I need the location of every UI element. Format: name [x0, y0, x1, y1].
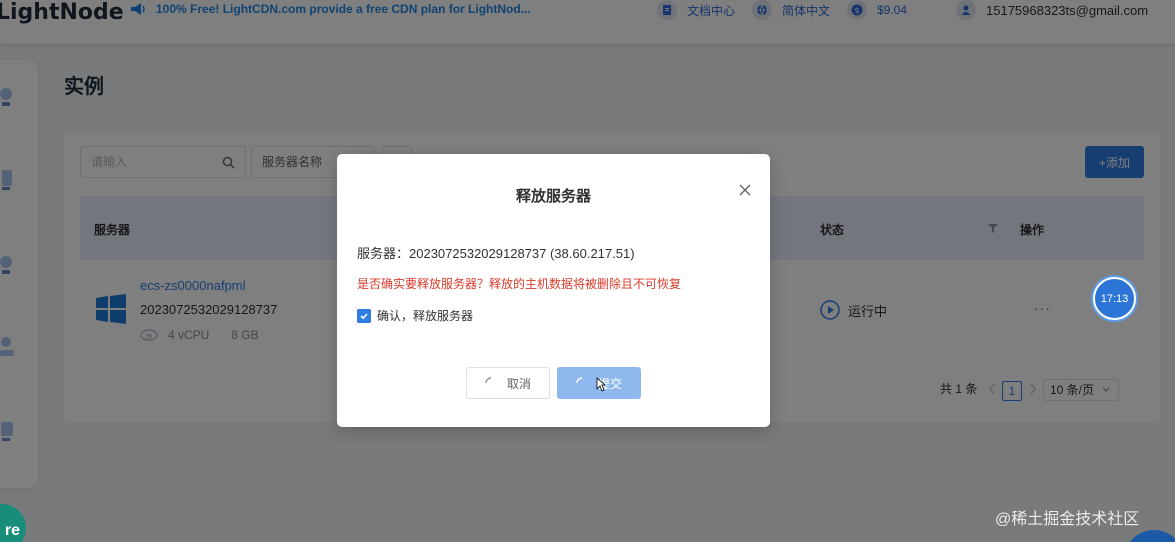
clock-badge[interactable]: 17:13	[1093, 277, 1136, 320]
dialog-title: 释放服务器	[515, 188, 591, 205]
cancel-button[interactable]: 取消	[466, 367, 550, 399]
release-server-dialog: 释放服务器 服务器：2023072532029128737 (38.60.217…	[337, 154, 770, 427]
loading-spinner-icon	[576, 377, 583, 384]
confirm-label: 确认，释放服务器	[377, 309, 474, 323]
dialog-warning: 是否确实要释放服务器？释放的主机数据将被删除且不可恢复	[357, 277, 682, 291]
check-icon	[360, 312, 368, 319]
confirm-checkbox[interactable]	[357, 308, 371, 323]
dialog-server-info: 服务器：2023072532029128737 (38.60.217.51)	[357, 246, 635, 261]
cancel-label: 取消	[506, 376, 531, 391]
mouse-cursor-icon	[596, 377, 606, 392]
loading-spinner-icon	[485, 377, 492, 384]
watermark: @稀土掘金技术社区	[995, 511, 1140, 528]
close-icon[interactable]	[739, 184, 751, 196]
confirm-checkbox-row[interactable]: 确认，释放服务器	[357, 307, 473, 324]
